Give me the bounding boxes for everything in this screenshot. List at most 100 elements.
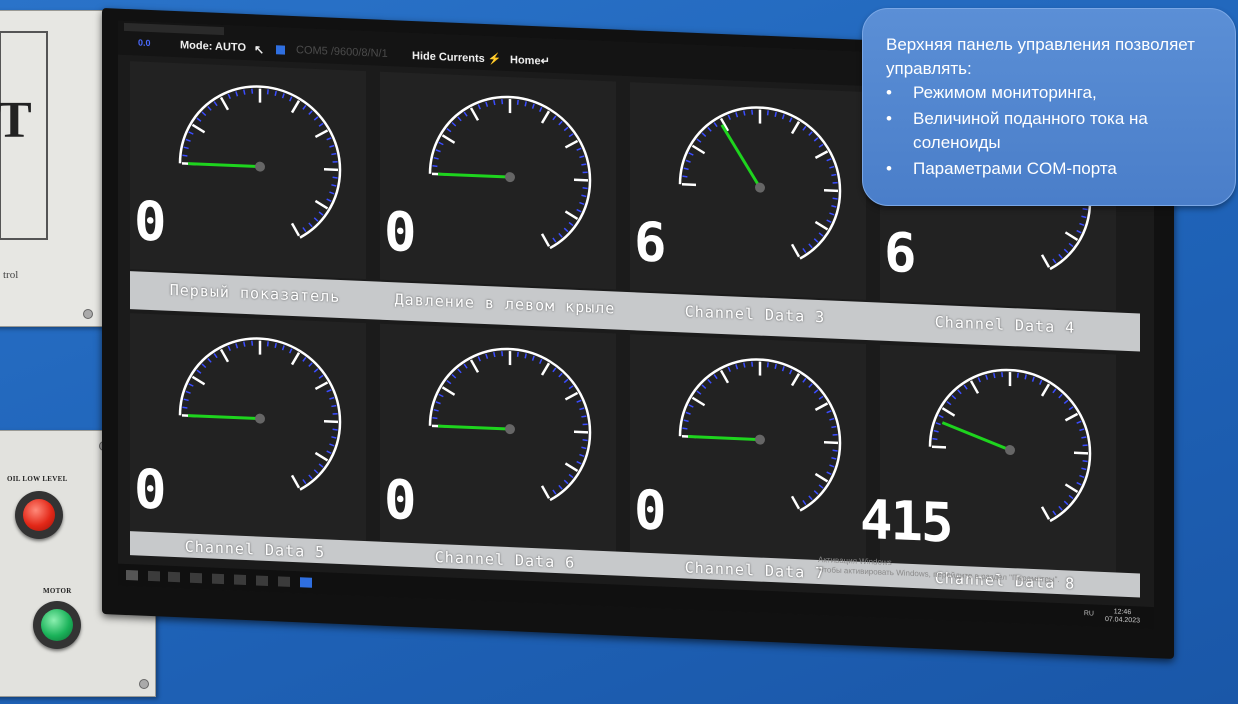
taskbar-app-icon[interactable]: [278, 576, 290, 587]
gauge-minor-tick: [707, 378, 712, 384]
hide-currents-button[interactable]: Hide Currents ⚡: [412, 49, 502, 66]
gauge-value-7: 0: [634, 478, 665, 543]
gauge-dial-7: [678, 358, 842, 512]
gauge-minor-tick: [576, 208, 582, 213]
gauge-minor-tick: [946, 400, 952, 406]
gauge-minor-tick: [735, 112, 739, 118]
taskbar-app-icon[interactable]: [234, 574, 246, 586]
gauge-minor-tick: [552, 115, 557, 121]
gauge-needle: [188, 414, 260, 421]
gauge-minor-tick: [552, 367, 557, 373]
gauge-hub: [255, 413, 265, 424]
gauge-major-tick: [1064, 483, 1079, 493]
taskbar-app-icon[interactable]: [256, 575, 268, 586]
gauge-minor-tick: [446, 128, 452, 133]
gauge-minor-tick: [501, 351, 504, 357]
gauge-minor-tick: [318, 122, 324, 127]
gauge-minor-tick: [183, 146, 189, 150]
mode-button[interactable]: Mode: AUTO: [180, 39, 246, 54]
settings-square-icon[interactable]: [276, 45, 285, 55]
taskbar-app-icon[interactable]: [212, 573, 224, 585]
motor-lamp: [33, 601, 81, 649]
chart-app-icon[interactable]: [300, 577, 312, 588]
gauge-minor-tick: [289, 96, 293, 102]
gauge-minor-tick: [1063, 399, 1069, 405]
gauge-minor-tick: [308, 362, 313, 367]
gauge-needle: [720, 124, 762, 189]
gauge-major-tick: [941, 407, 956, 417]
gauge-minor-tick: [563, 227, 569, 233]
gauge-major-tick: [691, 144, 706, 155]
gauge-minor-tick: [582, 171, 588, 174]
gauge-minor-tick: [829, 165, 835, 169]
gauge-minor-tick: [477, 104, 481, 110]
search-icon[interactable]: [148, 570, 160, 582]
gauge-minor-tick: [774, 363, 777, 369]
taskbar-clock[interactable]: 12:46 07.04.2023: [1105, 608, 1140, 625]
gauge-minor-tick: [501, 99, 504, 105]
gauge-minor-tick: [326, 450, 332, 455]
gauge-major-tick: [790, 243, 801, 258]
gauge-minor-tick: [308, 474, 313, 480]
gauge-minor-tick: [281, 93, 285, 99]
gauge-minor-tick: [832, 449, 838, 452]
gauge-minor-tick: [182, 154, 188, 157]
gauge-minor-tick: [251, 88, 254, 94]
gauge-hub: [505, 424, 515, 435]
gauge-minor-tick: [832, 197, 838, 200]
gauge-major-tick: [324, 420, 338, 424]
gauge-minor-tick: [802, 500, 807, 506]
gauge-minor-tick: [829, 212, 835, 216]
gauge-minor-tick: [243, 341, 246, 347]
home-button[interactable]: Home↵: [510, 53, 550, 68]
gauge-minor-tick: [332, 412, 338, 415]
gauge-value-1: 0: [134, 189, 165, 254]
gauge-needle: [438, 424, 510, 431]
gauge-minor-tick: [331, 184, 337, 187]
gauge-hub: [755, 182, 765, 193]
gauge-minor-tick: [302, 104, 307, 110]
gauge-major-tick: [824, 189, 838, 193]
gauge-minor-tick: [213, 353, 218, 359]
gauge-major-tick: [814, 220, 829, 231]
gauge-major-tick: [574, 178, 588, 182]
gauge-minor-tick: [1081, 467, 1087, 471]
gauge-dial-5: [178, 337, 342, 491]
gauge-minor-tick: [435, 401, 441, 405]
gauge-minor-tick: [1058, 253, 1063, 259]
gauge-value-4: 6: [884, 220, 915, 286]
task-view-icon[interactable]: [168, 571, 180, 583]
gauge-minor-tick: [576, 147, 582, 151]
gauge-minor-tick: [326, 137, 332, 141]
gauge-minor-tick: [766, 362, 769, 368]
gauge-minor-tick: [463, 111, 468, 117]
gauge-minor-tick: [326, 389, 332, 393]
taskbar-app-icon[interactable]: [190, 572, 202, 584]
gauge-minor-tick: [318, 463, 324, 468]
start-icon[interactable]: [126, 570, 138, 581]
callout-bubble: Верхняя панель управления позволяет упра…: [862, 8, 1236, 206]
gauge-minor-tick: [432, 164, 438, 168]
motor-label: MOTOR: [43, 587, 72, 595]
gauge-minor-tick: [196, 117, 202, 122]
gauge-minor-tick: [802, 377, 807, 383]
gauge-minor-tick: [683, 167, 689, 171]
tray-lang[interactable]: RU: [1084, 610, 1094, 617]
gauge-dial-6: [428, 347, 592, 502]
gauge-major-tick: [969, 380, 980, 394]
gauge-minor-tick: [751, 109, 754, 115]
gauge-minor-tick: [826, 219, 832, 223]
gauge-minor-tick: [688, 152, 694, 156]
gauge-minor-tick: [581, 415, 587, 418]
com-port-button[interactable]: COM5 /9600/8/N/1: [296, 44, 388, 60]
gauge-major-tick: [790, 120, 801, 135]
gauge-minor-tick: [808, 131, 813, 136]
gauge-major-tick: [1040, 383, 1051, 397]
gauge-arc: [178, 337, 342, 491]
gauge-arc: [428, 95, 592, 250]
gauge-minor-tick: [576, 460, 582, 465]
gauge-minor-tick: [235, 91, 239, 97]
gauge-minor-tick: [707, 126, 712, 132]
control-plate: Т trol: [0, 10, 107, 327]
gauge-minor-tick: [985, 374, 989, 380]
